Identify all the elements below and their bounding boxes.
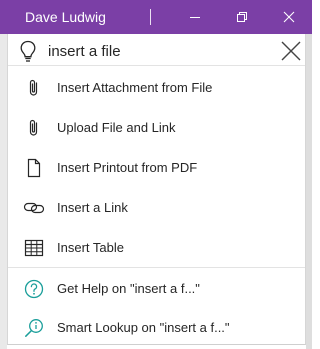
search-box: [8, 34, 305, 66]
title-bar: Dave Ludwig: [0, 0, 312, 34]
result-label: Upload File and Link: [57, 120, 176, 135]
get-help-item[interactable]: Get Help on "insert a f...": [8, 269, 305, 309]
clear-search-button[interactable]: [279, 39, 303, 63]
search-input[interactable]: [48, 40, 268, 62]
table-icon: [23, 238, 45, 258]
result-label: Insert a Link: [57, 200, 128, 215]
minimize-icon: [190, 17, 200, 18]
link-icon: [23, 198, 45, 218]
document-icon: [23, 158, 45, 178]
result-upload-file-and-link[interactable]: Upload File and Link: [8, 108, 305, 148]
smart-lookup-item[interactable]: Smart Lookup on "insert a f...": [8, 308, 305, 348]
paperclip-icon: [23, 78, 45, 98]
help-label: Get Help on "insert a f...": [57, 281, 200, 296]
tell-me-panel: Insert Attachment from File Upload File …: [7, 34, 306, 345]
minimize-button[interactable]: [183, 6, 207, 28]
close-icon: [281, 41, 301, 61]
result-label: Insert Attachment from File: [57, 80, 213, 95]
section-divider: [8, 267, 305, 268]
user-name[interactable]: Dave Ludwig: [25, 9, 106, 25]
result-insert-table[interactable]: Insert Table: [8, 228, 305, 268]
result-label: Insert Table: [57, 240, 124, 255]
help-circle-icon: [23, 279, 45, 299]
result-label: Insert Printout from PDF: [57, 160, 198, 175]
result-insert-printout[interactable]: Insert Printout from PDF: [8, 148, 305, 188]
result-insert-link[interactable]: Insert a Link: [8, 188, 305, 228]
background-left: [0, 34, 7, 349]
close-button[interactable]: [277, 6, 301, 28]
paperclip-icon: [23, 118, 45, 138]
restore-icon: [237, 12, 247, 22]
smart-lookup-icon: [23, 318, 45, 338]
lightbulb-icon: [20, 40, 36, 62]
background-right: [306, 34, 312, 349]
smart-lookup-label: Smart Lookup on "insert a f...": [57, 320, 230, 335]
restore-button[interactable]: [230, 6, 254, 28]
result-insert-attachment[interactable]: Insert Attachment from File: [8, 68, 305, 108]
title-separator: [150, 9, 151, 25]
close-icon: [283, 11, 295, 23]
